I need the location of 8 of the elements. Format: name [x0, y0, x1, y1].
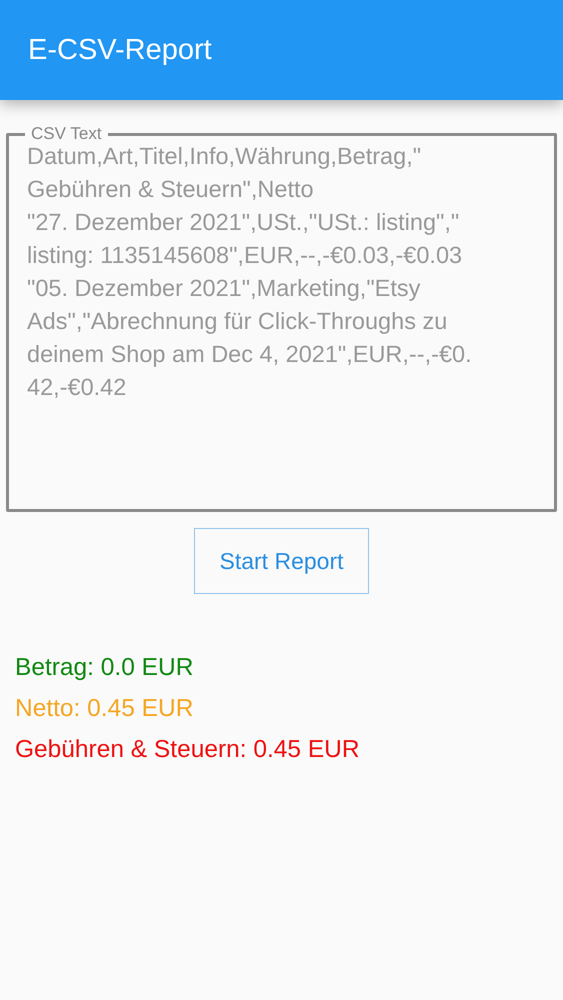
result-text: Gebühren & Steuern: 0.45 EUR	[15, 735, 361, 765]
result-text: Netto: 0.45 EUR	[15, 694, 194, 724]
result-text: Betrag: 0.0 EUR	[15, 653, 194, 683]
field-label: CSV Text	[30, 124, 103, 144]
csv-text-field[interactable]	[6, 124, 557, 512]
app-title: E-CSV-Report	[28, 34, 212, 66]
field-value: Datum,Art,Titel,Info,Währung,Betrag," Gebühren & Steuern",Netto "27. Dezember 2021",USt.,"USt.: listing"," listing: 1135145608",EUR,--,-€0.03,-€0.03 "05. Dezember 2021",Marketing,"Etsy Ads","Abrechnung für Click-Throughs zu deinem Shop am Dec 4, 2021",EUR,--,-€0. 42,-€0.42	[27, 142, 473, 402]
start-report-button[interactable]: Start Report	[194, 528, 369, 594]
